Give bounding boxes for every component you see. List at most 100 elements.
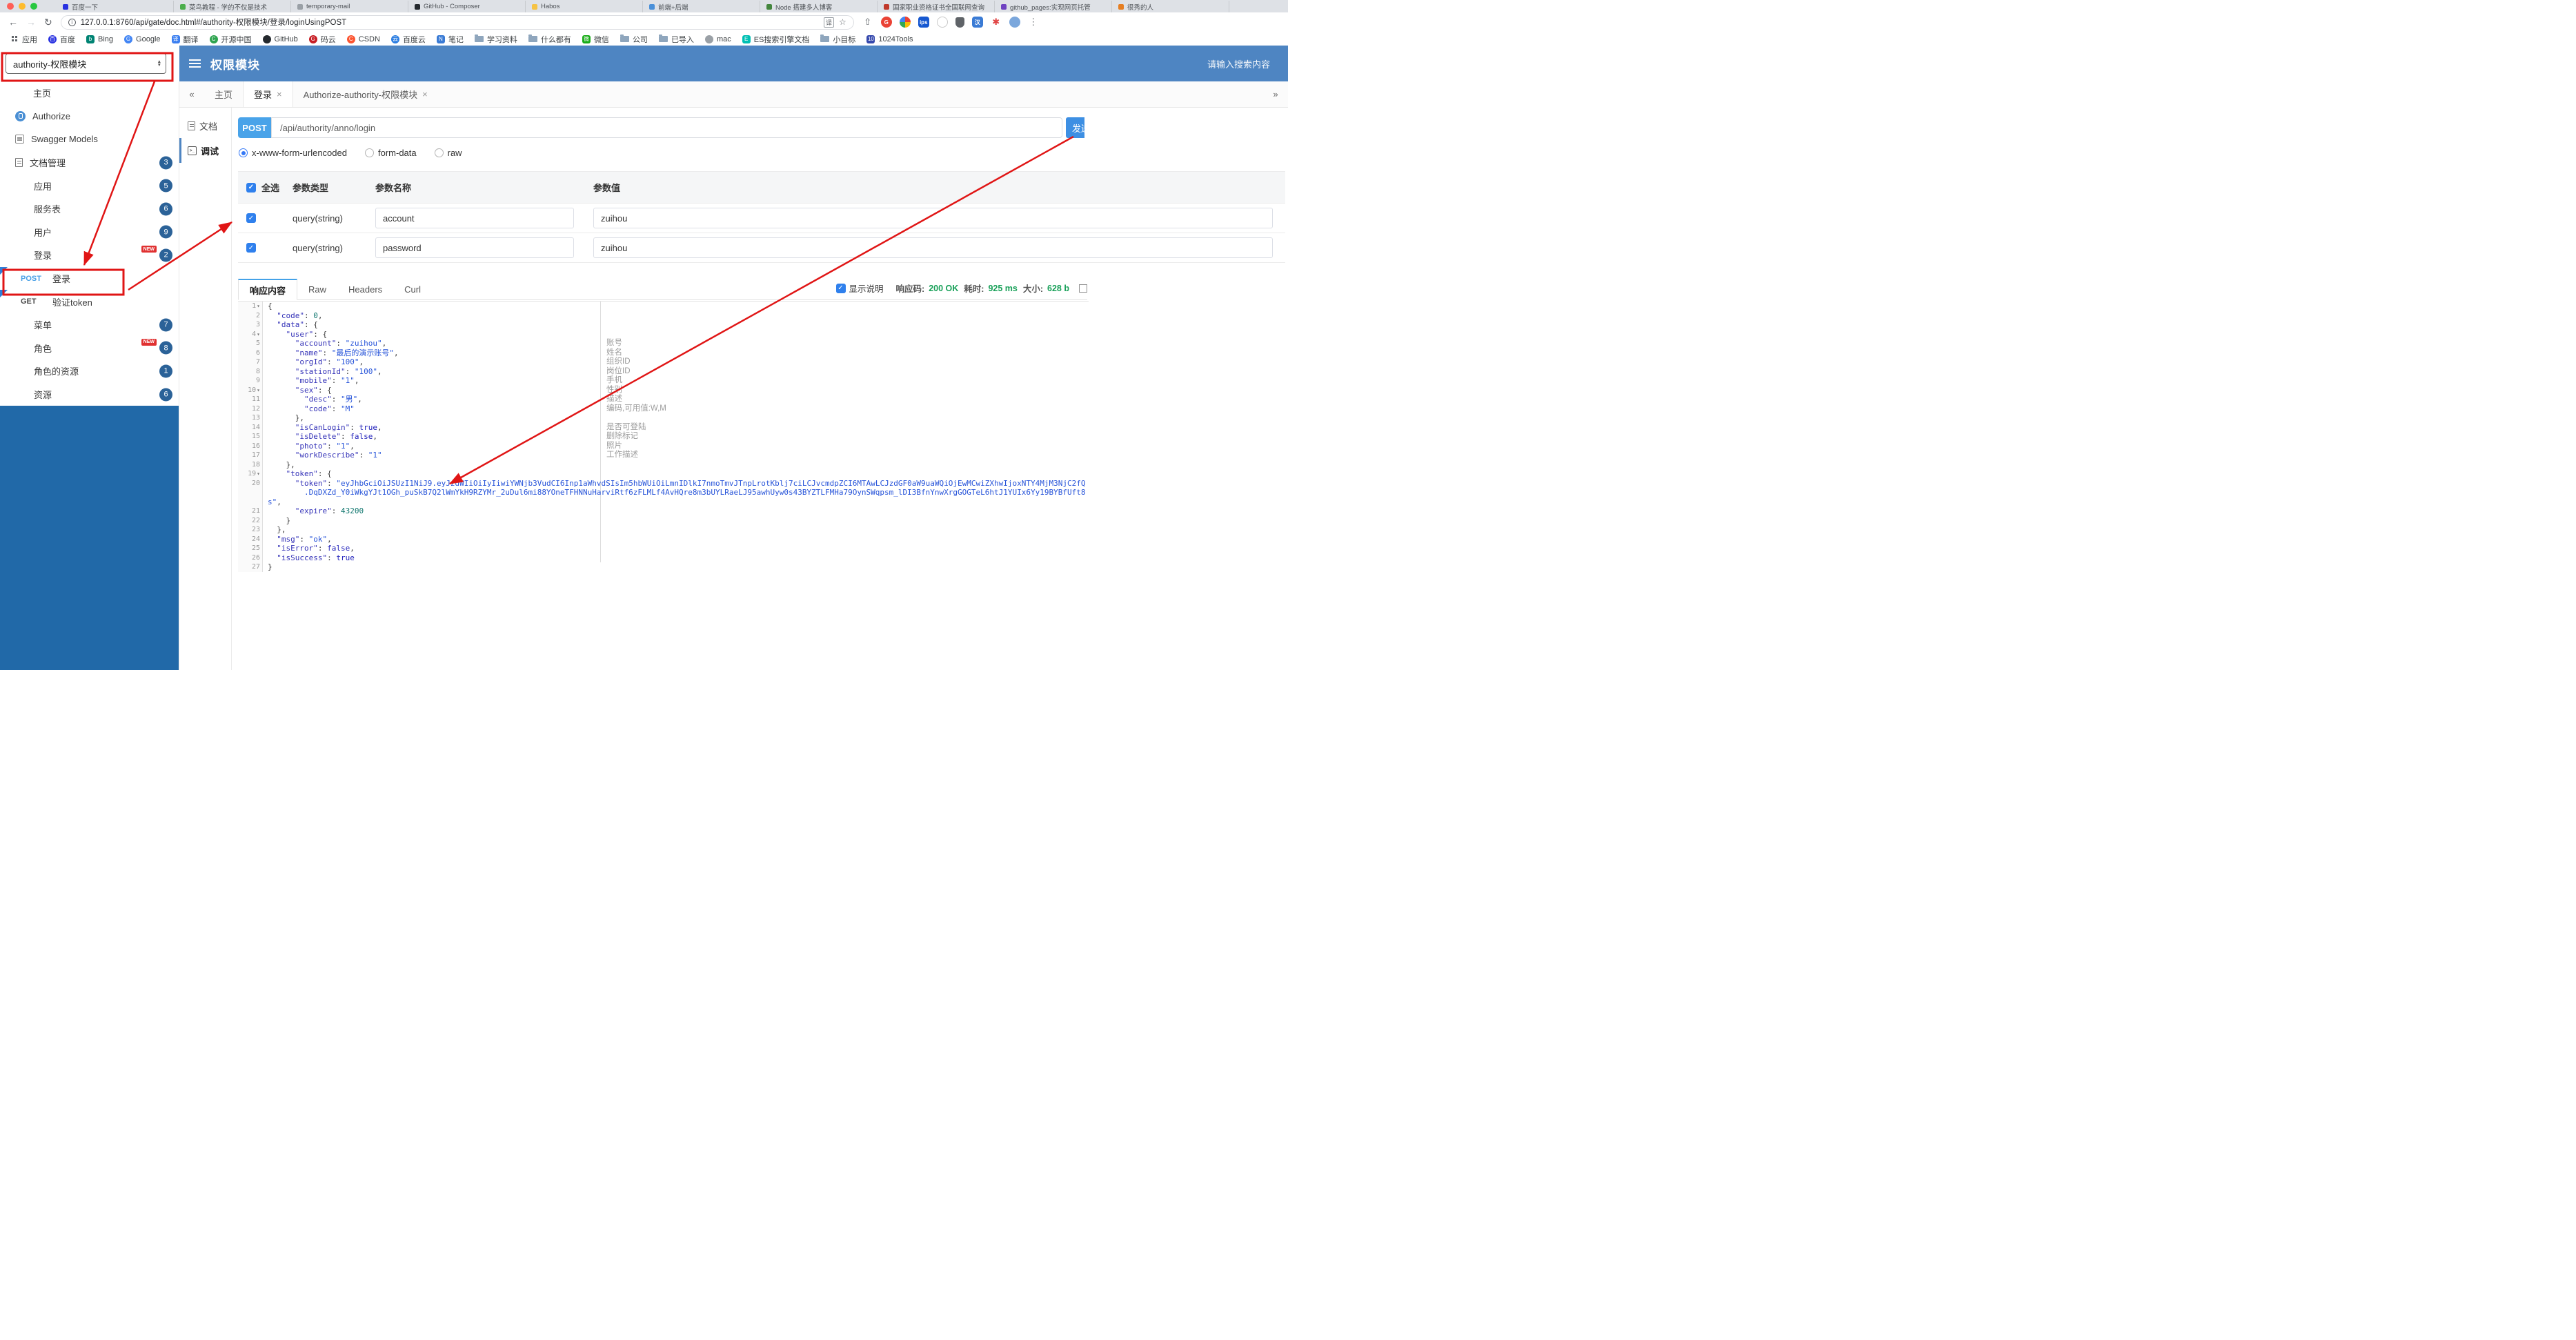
- address-bar[interactable]: i 127.0.0.1:8760/api/gate/doc.html#/auth…: [60, 14, 854, 30]
- browser-tab[interactable]: Node 搭建多人博客: [760, 1, 878, 12]
- close-tab-icon[interactable]: ×: [277, 89, 282, 99]
- sidebar-item[interactable]: 主页: [0, 81, 179, 105]
- bookmark-item[interactable]: N 笔记: [431, 34, 469, 45]
- bookmark-item[interactable]: 小目标: [815, 34, 861, 45]
- white-circle-extension-icon[interactable]: [936, 17, 948, 28]
- tab-scroll-right-icon[interactable]: »: [1263, 81, 1288, 107]
- reload-icon[interactable]: ↻: [44, 17, 52, 28]
- share-icon[interactable]: ⇧: [862, 17, 873, 28]
- radio-icon[interactable]: [364, 148, 374, 157]
- sidebar-item[interactable]: Authorize: [0, 105, 179, 128]
- grammar-extension-icon[interactable]: G: [880, 17, 892, 28]
- sidebar-item[interactable]: 服务表 6: [0, 197, 179, 221]
- window-zoom-icon[interactable]: [30, 3, 37, 10]
- sidebar-item[interactable]: 用户 9: [0, 221, 179, 244]
- module-select[interactable]: authority-权限模块 ▲ ▼: [6, 53, 166, 74]
- content-tab[interactable]: Authorize-authority-权限模块 ×: [293, 81, 438, 107]
- shield-extension-icon[interactable]: [955, 17, 964, 28]
- hamburger-menu-icon[interactable]: [189, 59, 201, 68]
- param-value-input[interactable]: zuihou: [593, 208, 1273, 228]
- bookmark-item[interactable]: 已导入: [653, 34, 700, 45]
- send-button[interactable]: 发送: [1066, 117, 1084, 138]
- bookmark-item[interactable]: GitHub: [257, 35, 304, 43]
- bookmark-item[interactable]: 什么都有: [523, 34, 577, 45]
- param-value-input[interactable]: zuihou: [593, 237, 1273, 258]
- bookmark-item[interactable]: 公司: [615, 34, 653, 45]
- window-close-icon[interactable]: [7, 3, 14, 10]
- ips-extension-icon[interactable]: ips: [918, 17, 929, 28]
- han-extension-icon[interactable]: 汉: [971, 17, 983, 28]
- body-type-option[interactable]: raw: [434, 148, 462, 158]
- param-name-input[interactable]: password: [375, 237, 574, 258]
- content-tab[interactable]: 主页: [204, 81, 243, 107]
- sidebar-item[interactable]: 应用 5: [0, 174, 179, 197]
- browser-tab[interactable]: temporary-mail: [291, 1, 408, 12]
- request-path-input[interactable]: /api/authority/anno/login: [271, 117, 1062, 138]
- browser-tab[interactable]: GitHub - Composer: [408, 1, 526, 12]
- sidebar-item-post-endpoint[interactable]: POST 登录: [0, 266, 179, 290]
- sidebar-item[interactable]: 文档管理 3: [0, 151, 179, 175]
- profile-avatar[interactable]: [1009, 17, 1020, 28]
- radio-icon[interactable]: [239, 148, 248, 157]
- back-icon[interactable]: ←: [8, 17, 18, 28]
- response-tab[interactable]: Raw: [297, 279, 337, 299]
- response-tab[interactable]: Headers: [337, 279, 393, 299]
- show-description-checkbox[interactable]: ✓: [835, 283, 846, 293]
- browser-tab[interactable]: 国家职业资格证书全国联网查询: [878, 1, 995, 12]
- sidebar-item[interactable]: 角色的资源 1: [0, 359, 179, 383]
- browser-tab[interactable]: 百度一下: [57, 1, 174, 12]
- fold-arrow-icon[interactable]: ▾: [257, 331, 260, 337]
- radio-icon[interactable]: [434, 148, 444, 157]
- bookmark-item[interactable]: E ES搜索引擎文档: [737, 34, 815, 45]
- bookmark-item[interactable]: G 码云: [304, 34, 341, 45]
- sidebar-item[interactable]: 资源 6: [0, 383, 179, 406]
- google-extension-icon[interactable]: [899, 17, 911, 28]
- tab-document[interactable]: 文档: [179, 113, 231, 138]
- tab-scroll-left-icon[interactable]: «: [179, 81, 204, 107]
- body-type-option[interactable]: x-www-form-urlencoded: [239, 148, 347, 158]
- asterisk-extension-icon[interactable]: ✱: [991, 17, 1002, 28]
- bookmark-item[interactable]: 应用: [6, 34, 43, 45]
- sidebar-item[interactable]: 登录 NEW 2: [0, 244, 179, 267]
- bookmark-item[interactable]: G Google: [119, 35, 166, 43]
- bookmark-item[interactable]: C CSDN: [341, 35, 386, 43]
- browser-menu-icon[interactable]: ⋮: [1028, 17, 1039, 28]
- sidebar-item[interactable]: 菜单 7: [0, 313, 179, 337]
- bookmark-star-icon[interactable]: ☆: [839, 17, 846, 27]
- header-search-input[interactable]: 请输入搜索内容: [1207, 57, 1270, 70]
- bookmark-item[interactable]: 云百度云: [386, 34, 431, 45]
- content-tab[interactable]: 登录 ×: [243, 81, 293, 107]
- bookmark-item[interactable]: 译翻译: [166, 34, 204, 45]
- body-type-option[interactable]: form-data: [364, 148, 417, 158]
- fold-arrow-icon[interactable]: ▾: [257, 387, 260, 393]
- fold-arrow-icon[interactable]: ▾: [257, 303, 260, 309]
- close-tab-icon[interactable]: ×: [422, 89, 428, 99]
- response-tab[interactable]: 响应内容: [238, 279, 298, 300]
- param-name-input[interactable]: account: [375, 208, 574, 228]
- show-description-toggle[interactable]: ✓ 显示说明: [835, 282, 884, 295]
- bookmark-item[interactable]: 10 1024Tools: [861, 35, 918, 43]
- browser-tab[interactable]: Habos: [526, 1, 643, 12]
- page-info-icon[interactable]: i: [68, 18, 76, 26]
- fullscreen-icon[interactable]: [1079, 284, 1087, 293]
- bookmark-item[interactable]: 微微信: [577, 34, 615, 45]
- sidebar-item[interactable]: Swagger Models: [0, 128, 179, 151]
- forward-icon[interactable]: →: [26, 17, 36, 28]
- select-all-checkbox[interactable]: ✓: [246, 182, 256, 193]
- fold-arrow-icon[interactable]: ▾: [257, 471, 260, 477]
- bookmark-item[interactable]: 百百度: [43, 34, 81, 45]
- bookmark-item[interactable]: C 开源中国: [204, 34, 257, 45]
- window-minimize-icon[interactable]: [19, 3, 26, 10]
- browser-tab[interactable]: github_pages:实现网页托管: [995, 1, 1112, 12]
- sidebar-item[interactable]: 角色 NEW 8: [0, 337, 179, 360]
- bookmark-item[interactable]: mac: [700, 35, 737, 43]
- tab-debug[interactable]: >_ 调试: [179, 138, 231, 163]
- browser-tab[interactable]: 前端+后端: [643, 1, 760, 12]
- bookmark-item[interactable]: 学习资料: [469, 34, 523, 45]
- row-checkbox[interactable]: ✓: [246, 243, 256, 253]
- row-checkbox[interactable]: ✓: [246, 213, 256, 223]
- browser-tab[interactable]: 菜鸟教程 - 学的不仅是技术: [174, 1, 291, 12]
- sidebar-item-get-endpoint[interactable]: GET 验证token: [0, 290, 179, 313]
- translate-icon[interactable]: 译: [823, 17, 834, 28]
- response-tab[interactable]: Curl: [393, 279, 432, 299]
